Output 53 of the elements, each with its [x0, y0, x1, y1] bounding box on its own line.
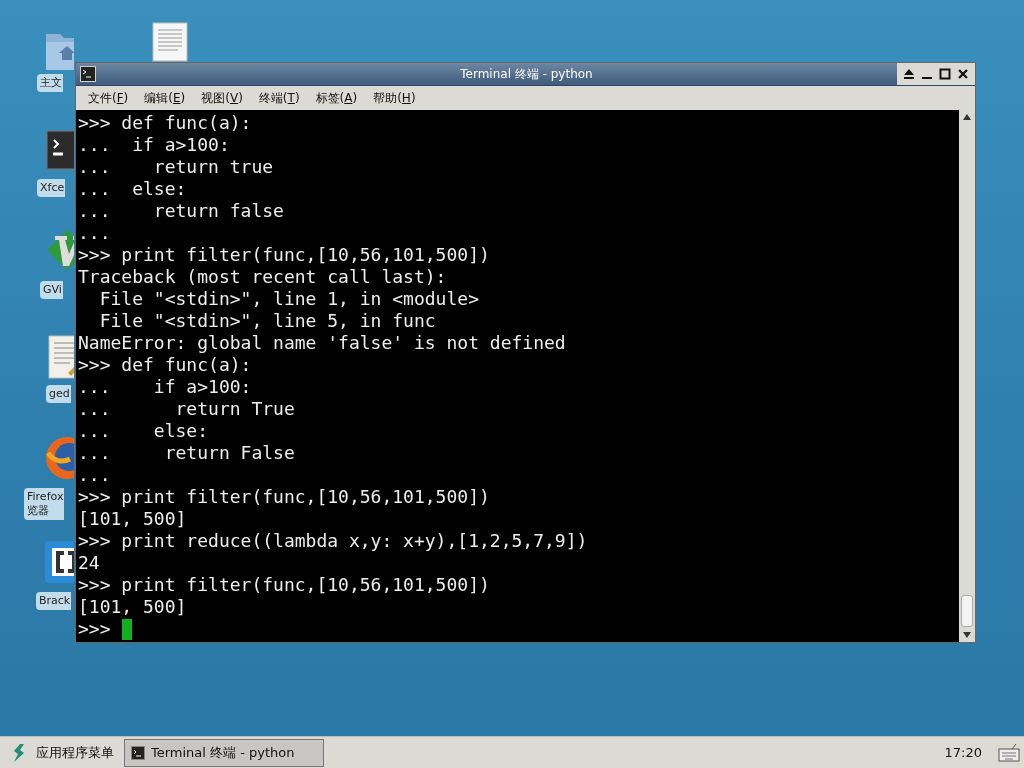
- terminal-line: Traceback (most recent call last):: [78, 266, 448, 288]
- terminal-line: ... else:: [78, 178, 188, 200]
- scroll-down-icon[interactable]: [962, 631, 972, 639]
- desktop-icon-label[interactable]: ged: [46, 385, 71, 403]
- terminal-line: ... if a>100:: [78, 376, 253, 398]
- scrollbar-thumb[interactable]: [961, 595, 973, 627]
- terminal-line: [101, 500]: [78, 596, 188, 618]
- terminal-line: >>> print filter(func,[10,56,101,500]): [78, 486, 491, 508]
- terminal-line: >>> print filter(func,[10,56,101,500]): [78, 574, 491, 596]
- terminal-line: >>> def func(a):: [78, 354, 253, 376]
- terminal-line: NameError: global name 'false' is not defined: [78, 332, 567, 354]
- brackets-logo-icon[interactable]: [44, 540, 74, 584]
- terminal-line: ... if a>100:: [78, 134, 231, 156]
- terminal-line: File "<stdin>", line 5, in func: [98, 310, 437, 332]
- keyboard-icon[interactable]: [998, 742, 1020, 763]
- terminal-icon: [131, 745, 145, 760]
- prompt: >>>: [78, 618, 111, 640]
- desktop-icon-label[interactable]: Brack: [36, 592, 72, 610]
- terminal-line: ... return false: [78, 200, 285, 222]
- menu-item[interactable]: 帮助(H): [365, 87, 424, 109]
- desktop-icon-label[interactable]: GVi: [40, 281, 63, 299]
- desktop-icon-label[interactable]: Xfce: [37, 179, 66, 197]
- maximize-icon[interactable]: [939, 68, 951, 80]
- desktop-icon-label[interactable]: Firefox 览器: [24, 488, 65, 520]
- scroll-up-icon[interactable]: [962, 113, 972, 121]
- terminal-line: ...: [78, 222, 112, 244]
- terminal-line: ... return true: [78, 156, 275, 178]
- terminal-line: 24: [78, 552, 101, 574]
- terminal-line: ... else:: [78, 420, 210, 442]
- terminal-icon[interactable]: [46, 130, 74, 170]
- menu-item[interactable]: 标签(A): [307, 87, 366, 109]
- menu-item[interactable]: 编辑(E): [136, 87, 194, 109]
- terminal-line: >>> print filter(func,[10,56,101,500]): [78, 244, 491, 266]
- shade-icon[interactable]: [903, 68, 915, 80]
- terminal-line: >>> print reduce((lambda x,y: x+y),[1,2,5,7,9]): [78, 530, 589, 552]
- applications-menu-button[interactable]: 应用程序菜单: [8, 743, 118, 762]
- menu-item[interactable]: 视图(V): [193, 87, 251, 109]
- close-icon[interactable]: [957, 68, 969, 80]
- desktop-icon-label[interactable]: 主文: [37, 74, 63, 92]
- scrollbar[interactable]: [959, 110, 975, 642]
- terminal-line: ...: [78, 464, 112, 486]
- leaf-logo-icon: [12, 743, 26, 762]
- terminal-line: >>> def func(a):: [78, 112, 253, 134]
- terminal-line: [101, 500]: [78, 508, 188, 530]
- terminal-line: File "<stdin>", line 1, in <module>: [98, 288, 480, 310]
- menu-item[interactable]: 终端(T): [250, 87, 308, 109]
- window-title: Terminal 终端 - python: [459, 65, 594, 83]
- clock: 17:20: [944, 745, 982, 760]
- terminal-line: ... return False: [78, 442, 296, 464]
- terminal-icon: [80, 66, 96, 82]
- terminal-line: ... return True: [78, 398, 296, 420]
- menu-item[interactable]: 文件(F): [80, 87, 137, 109]
- taskbar-task[interactable]: Terminal 终端 - python: [124, 738, 324, 767]
